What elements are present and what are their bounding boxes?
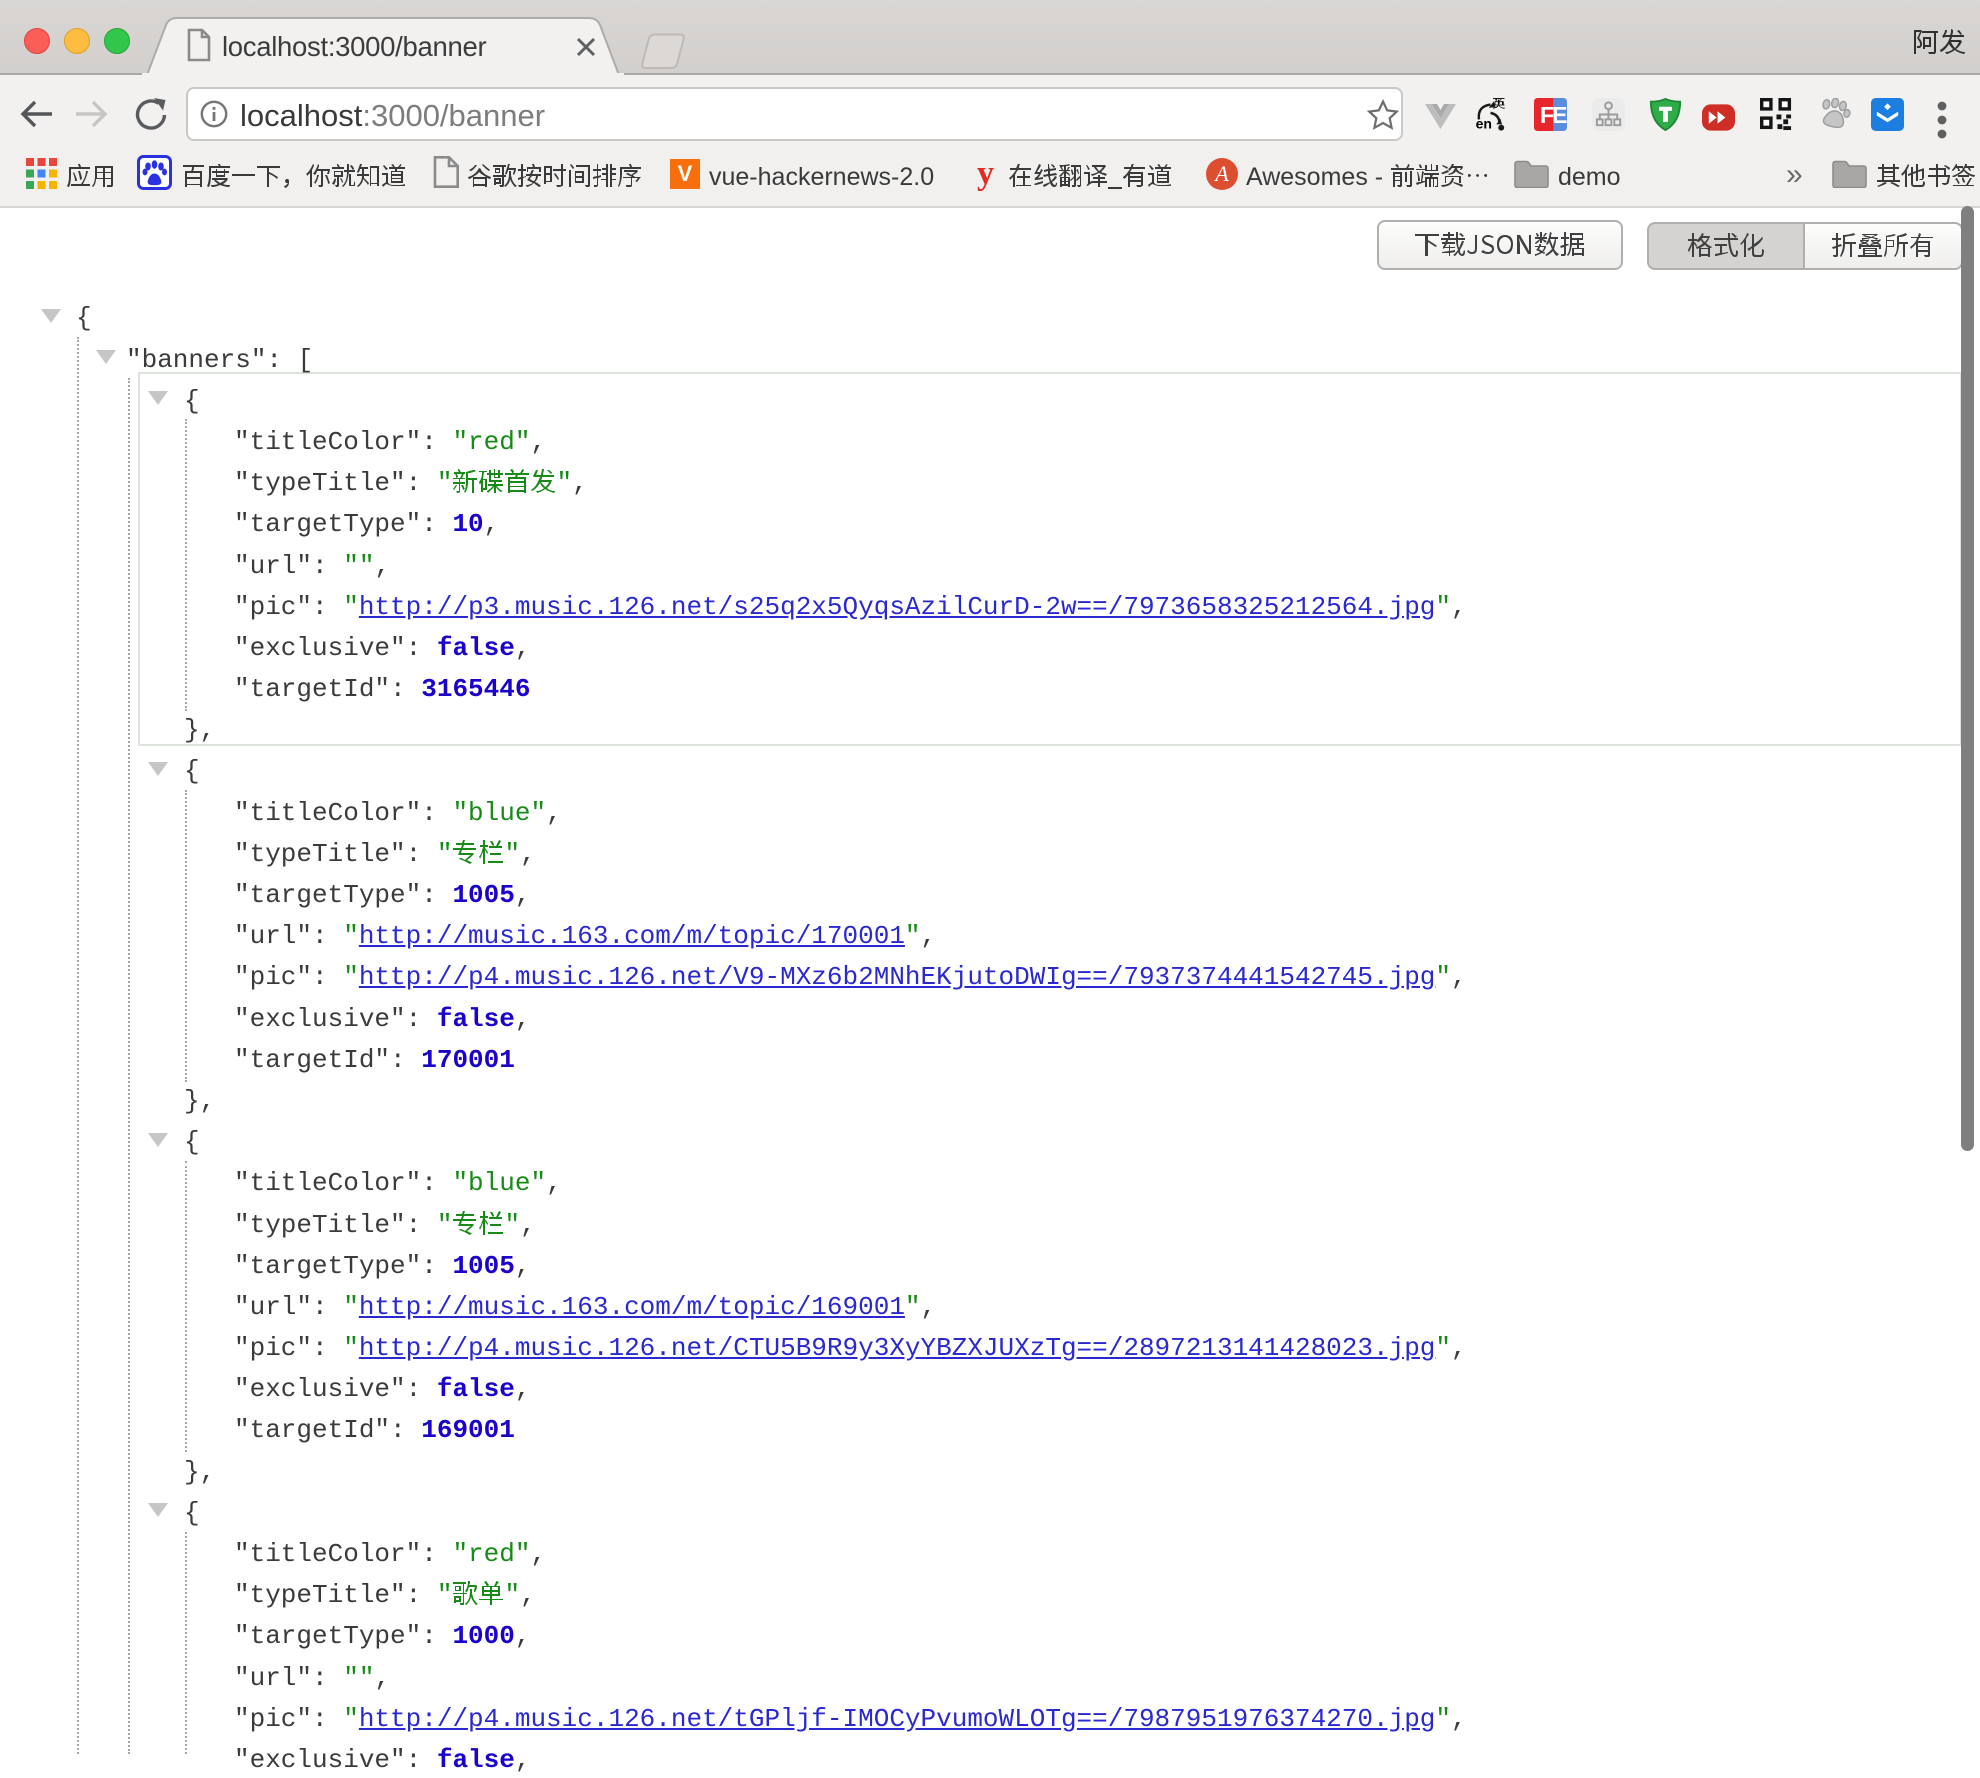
svg-text:E: E [1552, 102, 1567, 128]
svg-text:en: en [1476, 116, 1492, 131]
